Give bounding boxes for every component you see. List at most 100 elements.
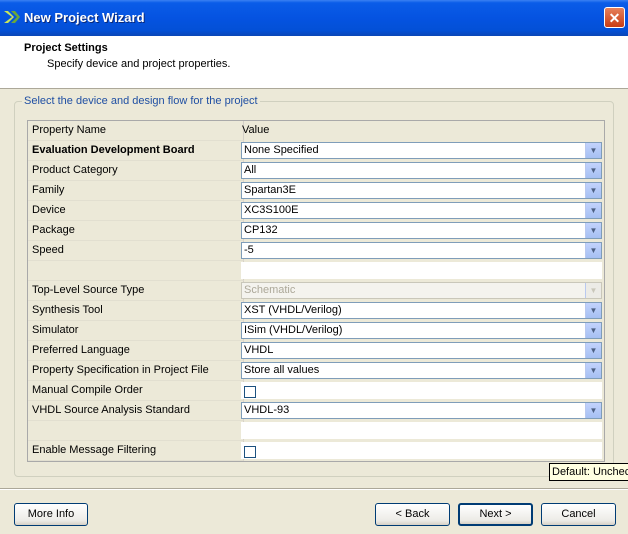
dropdown-value: VHDL — [244, 344, 274, 356]
dropdown-value: None Specified — [244, 144, 319, 156]
group-label: Select the device and design flow for th… — [22, 95, 260, 107]
property-name: Speed — [28, 241, 244, 261]
property-name: Property Specification in Project File — [28, 361, 244, 381]
table-row: Family Spartan3E ▼ — [28, 181, 604, 201]
property-value-cell: All ▼ — [240, 161, 604, 180]
property-value-cell: VHDL ▼ — [240, 341, 604, 360]
table-row — [28, 261, 604, 281]
title-bar: New Project Wizard ✕ — [0, 0, 628, 36]
table-row: Package CP132 ▼ — [28, 221, 604, 241]
chevron-down-icon[interactable]: ▼ — [585, 243, 601, 258]
checkbox[interactable] — [244, 446, 256, 458]
dropdown-value: VHDL-93 — [244, 404, 290, 416]
dropdown-value: ISim (VHDL/Verilog) — [244, 324, 343, 336]
checkbox-field — [241, 382, 602, 399]
table-row: Manual Compile Order — [28, 381, 604, 401]
table-row: VHDL Source Analysis Standard VHDL-93 ▼ — [28, 401, 604, 421]
chevron-down-icon[interactable]: ▼ — [585, 403, 601, 418]
dropdown-value: All — [244, 164, 257, 176]
property-value-cell — [240, 381, 604, 400]
property-name: Manual Compile Order — [28, 381, 244, 401]
property-value-cell: Spartan3E ▼ — [240, 181, 604, 200]
cancel-button[interactable]: Cancel — [541, 503, 616, 526]
property-name — [28, 261, 244, 281]
close-button[interactable]: ✕ — [604, 7, 625, 28]
chevron-down-icon[interactable]: ▼ — [585, 163, 601, 178]
checkbox-field — [241, 442, 602, 459]
close-icon: ✕ — [608, 10, 621, 26]
property-dropdown[interactable]: Spartan3E ▼ — [241, 182, 602, 199]
dropdown-value: Store all values — [244, 364, 320, 376]
chevron-down-icon[interactable]: ▼ — [585, 223, 601, 238]
window-title: New Project Wizard — [24, 10, 145, 25]
property-value-cell: None Specified ▼ — [240, 141, 604, 160]
property-dropdown[interactable]: XC3S100E ▼ — [241, 202, 602, 219]
dropdown-value: XST (VHDL/Verilog) — [244, 304, 342, 316]
chevron-down-icon: ▼ — [585, 283, 601, 298]
next-button[interactable]: Next > — [458, 503, 533, 526]
chevron-down-icon[interactable]: ▼ — [585, 303, 601, 318]
chevron-down-icon[interactable]: ▼ — [585, 143, 601, 158]
chevron-down-icon[interactable]: ▼ — [585, 323, 601, 338]
property-dropdown: Schematic ▼ — [241, 282, 602, 299]
property-name: Enable Message Filtering — [28, 441, 244, 461]
table-row: Simulator ISim (VHDL/Verilog) ▼ — [28, 321, 604, 341]
property-name: VHDL Source Analysis Standard — [28, 401, 244, 421]
property-table: Property Name Value Evaluation Developme… — [27, 120, 605, 462]
page-subtitle: Specify device and project properties. — [47, 58, 231, 70]
chevron-down-icon[interactable]: ▼ — [585, 183, 601, 198]
property-value-cell: -5 ▼ — [240, 241, 604, 260]
table-header-row: Property Name Value — [28, 121, 604, 141]
dropdown-value: XC3S100E — [244, 204, 299, 216]
property-dropdown[interactable]: -5 ▼ — [241, 242, 602, 259]
property-value-cell: XST (VHDL/Verilog) ▼ — [240, 301, 604, 320]
column-header-name: Property Name — [28, 121, 244, 141]
property-dropdown[interactable]: VHDL ▼ — [241, 342, 602, 359]
checkbox[interactable] — [244, 386, 256, 398]
empty-value — [241, 262, 602, 279]
dropdown-value: CP132 — [244, 224, 278, 236]
property-name: Package — [28, 221, 244, 241]
property-name — [28, 421, 244, 441]
property-name: Preferred Language — [28, 341, 244, 361]
table-row — [28, 421, 604, 441]
table-row: Enable Message Filtering — [28, 441, 604, 461]
property-value-cell — [240, 261, 604, 280]
property-value-cell — [240, 441, 604, 460]
property-value-cell: Schematic ▼ — [240, 281, 604, 300]
property-name: Family — [28, 181, 244, 201]
more-info-button[interactable]: More Info — [14, 503, 88, 526]
dropdown-value: -5 — [244, 244, 254, 256]
xilinx-logo-icon — [4, 11, 20, 23]
page-title: Project Settings — [24, 42, 108, 54]
property-name: Top-Level Source Type — [28, 281, 244, 301]
dropdown-value: Schematic — [244, 284, 296, 296]
property-dropdown[interactable]: ISim (VHDL/Verilog) ▼ — [241, 322, 602, 339]
wizard-header: Project Settings Specify device and proj… — [0, 36, 628, 89]
footer-divider — [0, 488, 628, 490]
property-dropdown[interactable]: All ▼ — [241, 162, 602, 179]
property-dropdown[interactable]: Store all values ▼ — [241, 362, 602, 379]
property-name: Synthesis Tool — [28, 301, 244, 321]
property-value-cell: Store all values ▼ — [240, 361, 604, 380]
property-value-cell — [240, 421, 604, 440]
table-row: Device XC3S100E ▼ — [28, 201, 604, 221]
table-row: Synthesis Tool XST (VHDL/Verilog) ▼ — [28, 301, 604, 321]
property-dropdown[interactable]: CP132 ▼ — [241, 222, 602, 239]
property-value-cell: XC3S100E ▼ — [240, 201, 604, 220]
property-dropdown[interactable]: None Specified ▼ — [241, 142, 602, 159]
property-value-cell: VHDL-93 ▼ — [240, 401, 604, 420]
property-name: Device — [28, 201, 244, 221]
column-header-value: Value — [242, 124, 270, 136]
property-value-cell: ISim (VHDL/Verilog) ▼ — [240, 321, 604, 340]
table-row: Evaluation Development Board None Specifi… — [28, 141, 604, 161]
chevron-down-icon[interactable]: ▼ — [585, 363, 601, 378]
table-row: Preferred Language VHDL ▼ — [28, 341, 604, 361]
chevron-down-icon[interactable]: ▼ — [585, 343, 601, 358]
property-dropdown[interactable]: VHDL-93 ▼ — [241, 402, 602, 419]
chevron-down-icon[interactable]: ▼ — [585, 203, 601, 218]
property-name: Simulator — [28, 321, 244, 341]
property-dropdown[interactable]: XST (VHDL/Verilog) ▼ — [241, 302, 602, 319]
back-button[interactable]: < Back — [375, 503, 450, 526]
property-value-cell: CP132 ▼ — [240, 221, 604, 240]
